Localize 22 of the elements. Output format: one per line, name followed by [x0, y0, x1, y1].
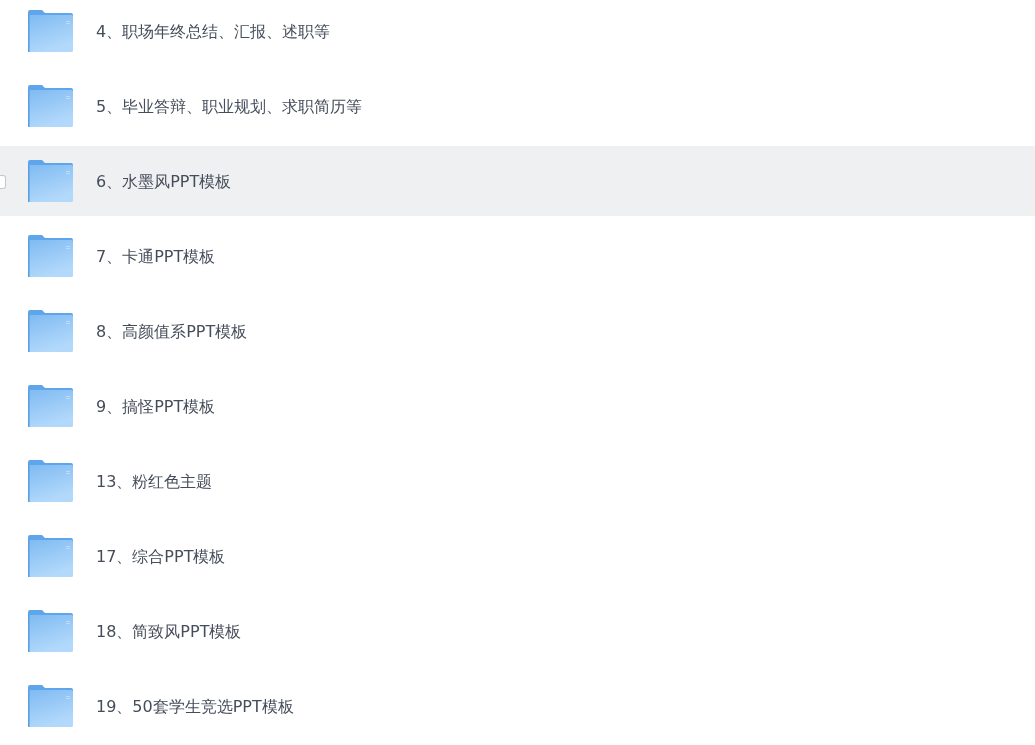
- folder-name[interactable]: 19、50套学生竞选PPT模板: [96, 696, 294, 718]
- folder-icon: [28, 160, 73, 202]
- folder-name[interactable]: 7、卡通PPT模板: [96, 246, 216, 268]
- folder-name[interactable]: 9、搞怪PPT模板: [96, 396, 216, 418]
- folder-icon: [28, 310, 73, 352]
- folder-icon: [28, 10, 73, 52]
- folder-icon: [28, 685, 73, 727]
- folder-name[interactable]: 6、水墨风PPT模板: [96, 171, 232, 193]
- folder-icon: [28, 85, 73, 127]
- folder-name[interactable]: 5、毕业答辩、职业规划、求职简历等: [96, 96, 363, 118]
- folder-icon: [28, 535, 73, 577]
- folder-icon: [28, 385, 73, 427]
- folder-icon: [28, 460, 73, 502]
- folder-name[interactable]: 17、综合PPT模板: [96, 546, 226, 568]
- folder-name[interactable]: 13、粉红色主题: [96, 471, 213, 493]
- highlighted-row[interactable]: 6、水墨风PPT模板: [0, 146, 1035, 216]
- folder-name[interactable]: 8、高颜值系PPT模板: [96, 321, 248, 343]
- folder-icon: [28, 235, 73, 277]
- folder-icon: [28, 610, 73, 652]
- folder-name[interactable]: 4、职场年终总结、汇报、述职等: [96, 21, 331, 43]
- checkbox[interactable]: [0, 175, 6, 189]
- folder-name[interactable]: 18、简致风PPT模板: [96, 621, 242, 643]
